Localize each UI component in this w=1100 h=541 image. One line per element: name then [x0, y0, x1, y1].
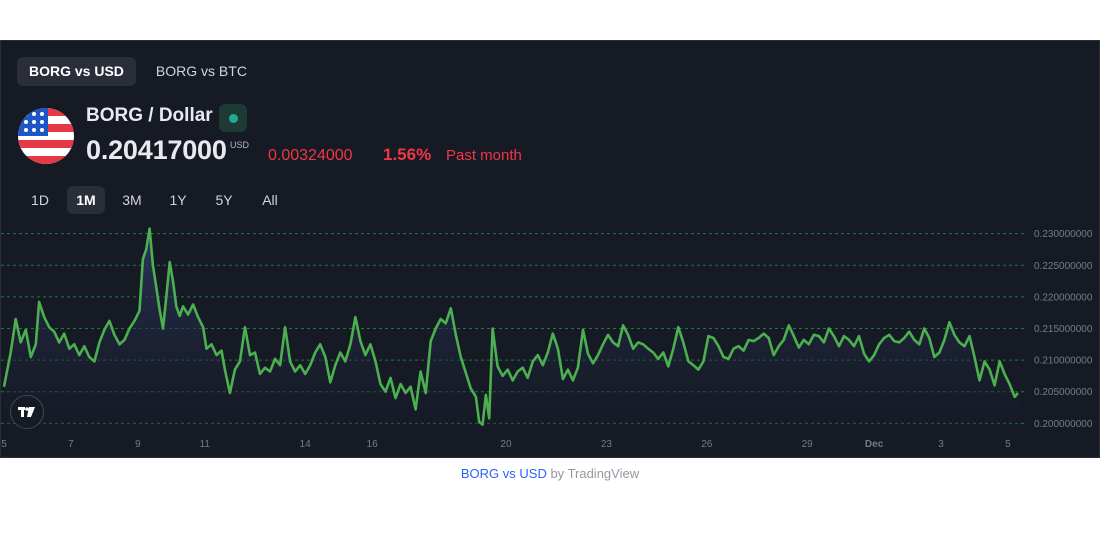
range-1m[interactable]: 1M: [67, 186, 105, 214]
x-tick-label: 3: [938, 439, 944, 450]
range-1d[interactable]: 1D: [21, 186, 59, 214]
y-tick-label: 0.205000000: [1034, 387, 1093, 398]
x-tick-label: Dec: [865, 439, 884, 450]
x-tick-label: 20: [500, 439, 512, 450]
market-open-dot-icon: [229, 114, 238, 123]
attribution: BORG vs USD by TradingView: [0, 466, 1100, 481]
range-all[interactable]: All: [251, 186, 289, 214]
price-change: 0.00324000: [268, 147, 353, 164]
symbol-overview-widget: BORG vs USD BORG vs BTC BORG / Dollar 0.…: [0, 40, 1100, 458]
y-tick-label: 0.230000000: [1034, 229, 1093, 240]
x-tick-label: 7: [68, 439, 74, 450]
last-price: 0.20417000: [86, 135, 227, 165]
range-1y[interactable]: 1Y: [159, 186, 197, 214]
x-tick-label: 5: [1, 439, 7, 450]
x-tick-label: 9: [135, 439, 141, 450]
attribution-by: by TradingView: [546, 466, 640, 481]
market-status-indicator[interactable]: [219, 104, 247, 132]
tradingview-logo-icon[interactable]: [10, 395, 44, 429]
range-5y[interactable]: 5Y: [205, 186, 243, 214]
x-tick-label: 11: [200, 439, 211, 450]
y-tick-label: 0.200000000: [1034, 419, 1093, 430]
y-tick-label: 0.210000000: [1034, 356, 1093, 367]
tab-borg-vs-btc[interactable]: BORG vs BTC: [144, 57, 259, 86]
range-3m[interactable]: 3M: [113, 186, 151, 214]
x-tick-label: 29: [802, 439, 814, 450]
x-tick-label: 5: [1005, 439, 1011, 450]
x-tick-label: 14: [300, 439, 312, 450]
us-flag-icon: [18, 108, 74, 164]
symbol-tabs: BORG vs USD BORG vs BTC: [17, 57, 259, 86]
x-tick-label: 23: [601, 439, 613, 450]
price-chart[interactable]: 0.230000000 0.225000000 0.220000000 0.21500…: [1, 221, 1099, 457]
x-tick-label: 26: [701, 439, 713, 450]
symbol-title: BORG / Dollar: [86, 105, 213, 126]
y-tick-label: 0.220000000: [1034, 292, 1093, 303]
tab-borg-vs-usd[interactable]: BORG vs USD: [17, 57, 136, 86]
x-tick-label: 16: [367, 439, 379, 450]
price-area-fill: [4, 228, 1018, 436]
change-period: Past month: [446, 147, 522, 164]
y-tick-label: 0.225000000: [1034, 261, 1093, 272]
price-change-percent: 1.56%: [383, 145, 432, 164]
price-currency: USD: [230, 140, 250, 150]
y-tick-label: 0.215000000: [1034, 324, 1093, 335]
attribution-link[interactable]: BORG vs USD: [461, 466, 547, 481]
date-range-selector: 1D 1M 3M 1Y 5Y All: [21, 186, 293, 214]
